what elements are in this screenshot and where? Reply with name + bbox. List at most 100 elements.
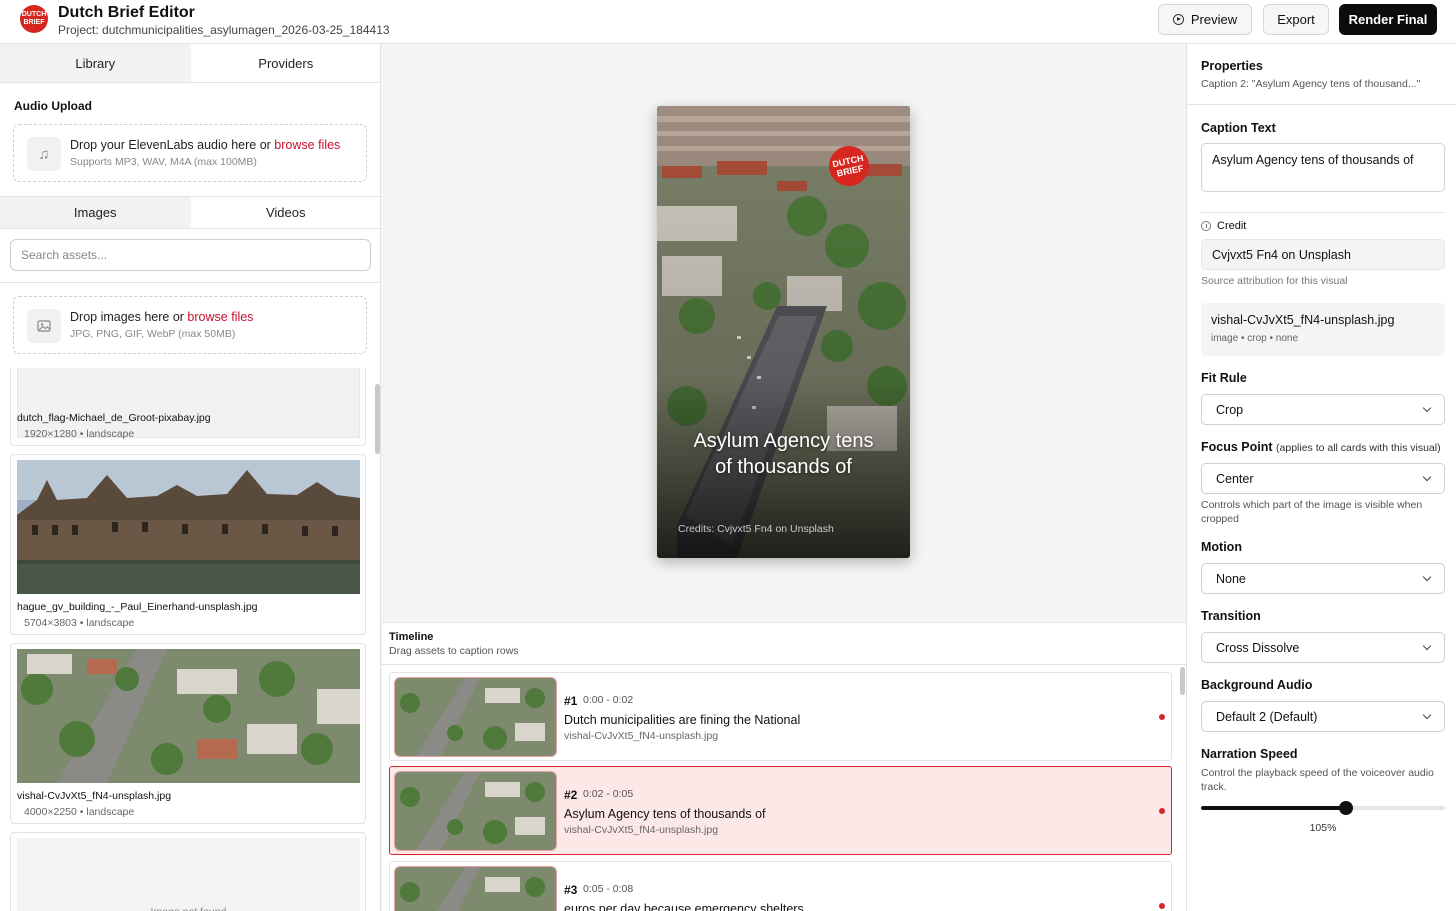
timeline-thumbnail: [394, 677, 557, 757]
timeline-row[interactable]: #3 0:05 - 0:08 euros per day because eme…: [389, 861, 1172, 911]
narration-speed-description: Control the playback speed of the voiceo…: [1201, 767, 1434, 793]
left-sidebar: Library Providers Audio Upload ♫ Drop yo…: [0, 44, 381, 911]
caption-text-input[interactable]: Asylum Agency tens of thousands of: [1201, 143, 1445, 192]
timeline-scrollbar[interactable]: [1180, 667, 1185, 695]
music-note-icon: ♫: [27, 137, 61, 171]
focus-point-label: Focus Point: [1201, 440, 1273, 454]
row-caption: Asylum Agency tens of thousands of: [564, 807, 766, 821]
transition-select[interactable]: Cross Dissolve: [1201, 632, 1445, 663]
preview-label: Preview: [1190, 12, 1238, 27]
search-assets-input[interactable]: [10, 239, 371, 271]
app-header: DUTCH BRIEF Dutch Brief Editor Project: d…: [0, 0, 1456, 44]
asset-list-scrollbar[interactable]: [375, 384, 380, 454]
slider-fill: [1201, 806, 1347, 810]
timeline-row[interactable]: #1 0:00 - 0:02 Dutch municipalities are …: [389, 672, 1172, 761]
audio-dropzone[interactable]: ♫ Drop your ElevenLabs audio here or bro…: [13, 124, 367, 182]
tab-library[interactable]: Library: [0, 44, 191, 82]
preview-credits: Credits: Cvjvxt5 Fn4 on Unsplash: [678, 523, 834, 535]
selected-file-card: vishal-CvJvXt5_fN4-unsplash.jpg image • …: [1201, 303, 1445, 356]
asset-meta: 4000×2250 • landscape: [24, 806, 135, 818]
render-final-button[interactable]: Render Final: [1339, 4, 1437, 35]
preview-image: [657, 106, 910, 558]
chevron-down-icon: [1422, 403, 1432, 413]
credit-label: Credit: [1217, 220, 1247, 232]
export-button[interactable]: Export: [1263, 4, 1329, 35]
tab-images[interactable]: Images: [0, 197, 191, 228]
asset-card[interactable]: vishal-CvJvXt5_fN4-unsplash.jpg 4000×225…: [10, 643, 366, 824]
chevron-down-icon: [1422, 641, 1432, 651]
row-number: #1: [564, 694, 578, 708]
preview-button[interactable]: Preview: [1158, 4, 1252, 35]
asset-card[interactable]: hague_gv_building_-_Paul_Einerhand-unspl…: [10, 454, 366, 635]
asset-name: dutch_flag-Michael_de_Groot-pixabay.jpg: [17, 412, 211, 424]
row-time: 0:05 - 0:08: [583, 883, 634, 895]
fit-rule-select[interactable]: Crop: [1201, 394, 1445, 425]
tab-videos[interactable]: Videos: [191, 197, 381, 228]
row-time: 0:00 - 0:02: [583, 694, 634, 706]
asset-name: hague_gv_building_-_Paul_Einerhand-unspl…: [17, 601, 258, 613]
row-number: #3: [564, 883, 578, 897]
dutch-brief-logo: DUTCH BRIEF: [20, 5, 48, 33]
narration-speed-value: 105%: [1309, 822, 1337, 834]
row-time: 0:02 - 0:05: [583, 788, 634, 800]
focus-point-select[interactable]: Center: [1201, 463, 1445, 494]
background-audio-value: Default 2 (Default): [1216, 709, 1318, 724]
focus-point-description: Controls which part of the image is visi…: [1201, 499, 1423, 525]
timeline-panel: Timeline Drag assets to caption rows #1 …: [382, 622, 1186, 911]
credit-input[interactable]: Cvjvxt5 Fn4 on Unsplash: [1201, 239, 1445, 270]
audio-drop-hint: Supports MP3, WAV, M4A (max 100MB): [70, 156, 257, 168]
timeline-title: Timeline: [389, 631, 434, 643]
chevron-down-icon: [1422, 710, 1432, 720]
fit-rule-label: Fit Rule: [1201, 371, 1247, 385]
image-dropzone[interactable]: Drop images here or browse files JPG, PN…: [13, 296, 367, 354]
tab-providers[interactable]: Providers: [191, 44, 381, 82]
credit-hint: Source attribution for this visual: [1201, 275, 1348, 287]
caption-text-label: Caption Text: [1201, 121, 1276, 135]
image-drop-text: Drop images here or: [70, 310, 188, 324]
play-icon: [1172, 14, 1184, 25]
focus-point-value: Center: [1216, 471, 1254, 486]
transition-value: Cross Dissolve: [1216, 640, 1300, 655]
asset-meta: 5704×3803 • landscape: [24, 617, 135, 629]
asset-name: vishal-CvJvXt5_fN4-unsplash.jpg: [17, 790, 172, 802]
background-audio-select[interactable]: Default 2 (Default): [1201, 701, 1445, 732]
selected-file-name: vishal-CvJvXt5_fN4-unsplash.jpg: [1211, 313, 1395, 327]
row-caption: euros per day because emergency shelters: [564, 902, 804, 911]
divider: [0, 282, 380, 283]
image-browse-link[interactable]: browse files: [187, 310, 253, 324]
focus-point-hint: (applies to all cards with this visual): [1276, 442, 1441, 454]
narration-speed-slider[interactable]: [1201, 801, 1445, 815]
asset-list: dutch_flag-Michael_de_Groot-pixabay.jpg …: [0, 368, 380, 911]
properties-title: Properties: [1201, 59, 1263, 73]
asset-card[interactable]: Image not found: [10, 832, 366, 911]
transition-label: Transition: [1201, 609, 1261, 623]
divider: [382, 664, 1186, 665]
timeline-subtitle: Drag assets to caption rows: [389, 645, 519, 657]
audio-upload-heading: Audio Upload: [14, 99, 92, 113]
app-title: Dutch Brief Editor: [58, 4, 195, 21]
audio-browse-link[interactable]: browse files: [274, 138, 340, 152]
chevron-down-icon: [1422, 572, 1432, 582]
timeline-thumbnail: [394, 866, 557, 911]
motion-select[interactable]: None: [1201, 563, 1445, 594]
narration-speed-label: Narration Speed: [1201, 747, 1298, 761]
timeline-thumbnail: [394, 771, 557, 851]
status-dot: [1159, 808, 1165, 814]
asset-card[interactable]: dutch_flag-Michael_de_Groot-pixabay.jpg …: [10, 368, 366, 446]
asset-thumbnail: [17, 460, 360, 594]
timeline-row-selected[interactable]: #2 0:02 - 0:05 Asylum Agency tens of tho…: [389, 766, 1172, 855]
image-drop-hint: JPG, PNG, GIF, WebP (max 50MB): [70, 328, 236, 340]
asset-type-tabs: Images Videos: [0, 196, 381, 229]
background-audio-label: Background Audio: [1201, 678, 1313, 692]
divider: [1201, 212, 1445, 213]
image-not-found: Image not found: [17, 838, 360, 911]
properties-panel: Properties Caption 2: "Asylum Agency ten…: [1186, 44, 1456, 911]
motion-value: None: [1216, 571, 1246, 586]
row-file: vishal-CvJvXt5_fN4-unsplash.jpg: [564, 824, 719, 836]
row-number: #2: [564, 788, 578, 802]
video-preview-frame[interactable]: DUTCH BRIEF Asylum Agency tens of thousan…: [657, 106, 910, 558]
asset-meta: 1920×1280 • landscape: [24, 428, 135, 440]
properties-subtitle: Caption 2: "Asylum Agency tens of thousa…: [1201, 78, 1421, 90]
slider-thumb[interactable]: [1339, 801, 1354, 815]
caption-line-1: Asylum Agency tens: [693, 430, 874, 452]
